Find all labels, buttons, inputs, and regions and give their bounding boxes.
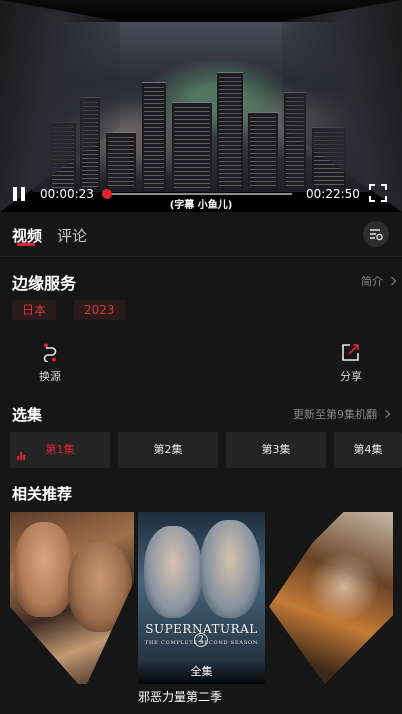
switch-source-button[interactable]: 换源 [20, 342, 80, 384]
share-label: 分享 [340, 370, 362, 383]
episode-item-2[interactable]: 第2集 [118, 432, 218, 468]
share-button[interactable]: 分享 [321, 342, 381, 384]
episode-label: 第1集 [45, 443, 75, 456]
chevron-right-icon [387, 276, 397, 286]
pause-icon[interactable] [11, 186, 27, 202]
tag-year: 2023 [74, 300, 125, 320]
episode-label: 第2集 [153, 443, 183, 456]
tab-bar: 视频 评论 [0, 212, 402, 257]
share-icon [342, 344, 359, 361]
active-tab-indicator [17, 243, 35, 246]
episodes-more-link[interactable]: 更新至第9集机翻 [293, 406, 391, 422]
episode-item-3[interactable]: 第3集 [226, 432, 326, 468]
episodes-title: 选集 [12, 406, 43, 424]
fullscreen-icon[interactable] [369, 184, 387, 202]
progress-bar[interactable] [102, 189, 292, 199]
episode-item-4[interactable]: 第4集 [334, 432, 402, 468]
episodes-update-note: 更新至第9集机翻 [293, 408, 377, 421]
tag-region: 日本 [12, 300, 57, 320]
chevron-right-icon [381, 409, 391, 419]
related-poster-3[interactable] [269, 512, 393, 684]
episode-label: 第3集 [261, 443, 291, 456]
notes-icon[interactable] [363, 221, 389, 247]
switch-source-icon [43, 343, 57, 362]
poster-caption[interactable]: 邪恶力量第二季 [138, 688, 222, 705]
total-time: 00:22:50 [306, 187, 360, 201]
now-playing-icon [17, 452, 26, 460]
poster-logo-subtitle: THE COMPLETE SECOND SEASON [144, 640, 259, 646]
episode-label: 第4集 [353, 443, 383, 456]
related-title: 相关推荐 [12, 485, 73, 503]
tab-comments[interactable]: 评论 [57, 225, 87, 246]
related-poster-1[interactable] [10, 512, 134, 684]
video-player[interactable]: (字幕 小鱼儿) 00:00:23 00:22:50 [0, 0, 402, 212]
switch-source-label: 换源 [39, 370, 61, 383]
player-controls: 00:00:23 00:22:50 [0, 181, 402, 207]
intro-link[interactable]: 简介 [361, 273, 397, 289]
episode-item-1[interactable]: 第1集 [10, 432, 110, 468]
intro-label: 简介 [361, 275, 383, 288]
poster-badge: 全集 [138, 660, 265, 684]
related-poster-2[interactable]: SUPERNATURAL 2 THE COMPLETE SECOND SEASO… [138, 512, 265, 684]
current-time: 00:00:23 [40, 187, 94, 201]
show-title: 边缘服务 [12, 274, 77, 293]
progress-knob[interactable] [102, 189, 113, 199]
